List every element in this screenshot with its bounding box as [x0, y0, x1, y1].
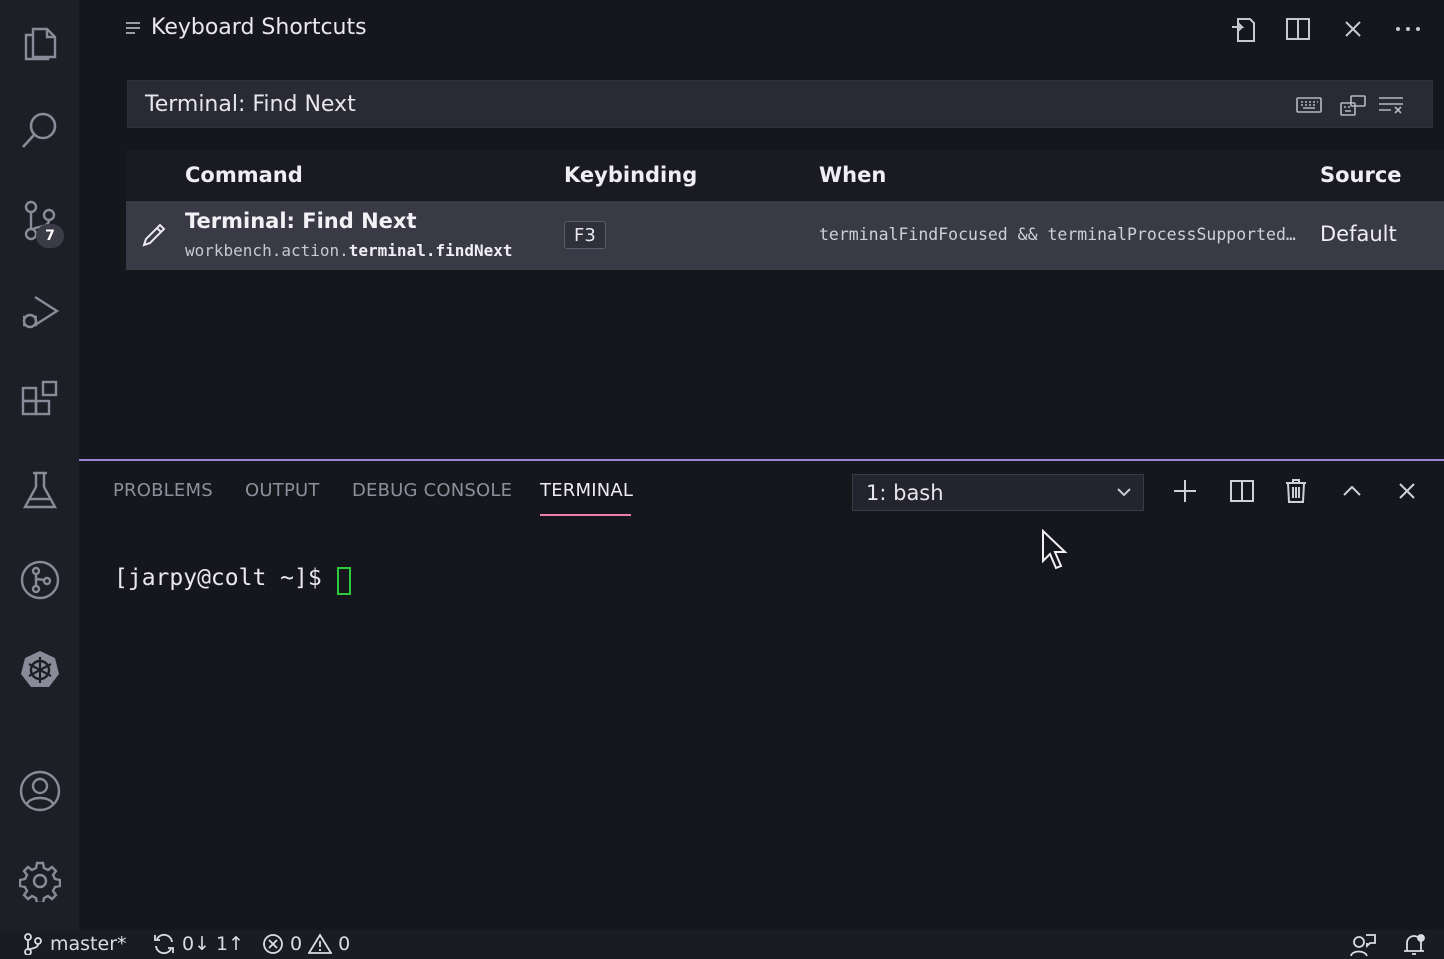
chevron-down-icon — [1115, 483, 1133, 505]
column-header-keybinding[interactable]: Keybinding — [564, 163, 697, 187]
when-clause: terminalFindFocused && terminalProcessSu… — [819, 225, 1296, 244]
column-header-when[interactable]: When — [819, 163, 886, 187]
branch-indicator[interactable]: master* — [22, 933, 127, 955]
git-branch-icon — [24, 933, 42, 955]
notifications-bell-icon[interactable] — [1402, 933, 1426, 957]
tab-problems[interactable]: PROBLEMS — [113, 480, 213, 501]
sync-indicator[interactable]: 0↓ 1↑ — [152, 933, 244, 955]
status-bar: master* 0↓ 1↑ 0 0 — [0, 930, 1444, 959]
explorer-icon[interactable] — [0, 0, 79, 85]
gear-icon[interactable] — [0, 836, 79, 926]
trash-icon[interactable] — [1280, 475, 1312, 507]
column-header-command[interactable]: Command — [185, 163, 303, 187]
search-input-value: Terminal: Find Next — [145, 92, 356, 117]
more-actions-icon[interactable] — [1393, 14, 1423, 44]
table-row[interactable]: Terminal: Find Next workbench.action.ter… — [126, 201, 1444, 270]
tab-terminal[interactable]: TERMINAL — [540, 480, 633, 501]
testing-icon[interactable] — [0, 445, 79, 535]
error-count: 0 — [290, 933, 303, 955]
close-panel-icon[interactable] — [1391, 475, 1423, 507]
clear-search-icon[interactable] — [1377, 92, 1405, 118]
terminal-selector-dropdown[interactable]: 1: bash — [852, 474, 1144, 511]
new-terminal-plus-icon[interactable] — [1169, 475, 1201, 507]
editor-title: Keyboard Shortcuts — [151, 15, 367, 40]
live-share-icon[interactable] — [1350, 933, 1376, 957]
keybinding-keycap: F3 — [564, 221, 606, 249]
edit-pencil-icon[interactable] — [140, 221, 168, 253]
source-control-badge: 7 — [36, 224, 64, 248]
active-tab-underline — [540, 514, 631, 516]
accounts-icon[interactable] — [0, 746, 79, 836]
bottom-panel: PROBLEMS OUTPUT DEBUG CONSOLE TERMINAL 1… — [79, 459, 1444, 930]
editor-title-bar: Keyboard Shortcuts — [79, 0, 1444, 58]
git-graph-icon[interactable] — [0, 535, 79, 625]
tab-debug-console[interactable]: DEBUG CONSOLE — [352, 480, 512, 501]
split-terminal-icon[interactable] — [1226, 475, 1258, 507]
source-control-icon[interactable] — [0, 175, 79, 265]
sync-icon — [154, 933, 174, 955]
list-icon — [125, 20, 141, 40]
warning-icon — [308, 933, 333, 954]
problems-indicator[interactable]: 0 0 — [262, 933, 350, 955]
error-icon — [263, 934, 283, 954]
activity-bar: 7 — [0, 0, 79, 930]
mouse-pointer-icon — [1041, 528, 1071, 575]
command-title: Terminal: Find Next — [185, 209, 417, 233]
editor-area: Keyboard Shortcuts Terminal: Find Next C… — [79, 0, 1444, 460]
sort-by-precedence-icon[interactable] — [1339, 92, 1367, 118]
record-keys-icon[interactable] — [1295, 92, 1323, 118]
column-header-source[interactable]: Source — [1320, 163, 1402, 187]
terminal-prompt[interactable]: [jarpy@colt ~]$ — [114, 565, 336, 591]
sync-counts: 0↓ 1↑ — [182, 933, 245, 955]
kubernetes-icon[interactable] — [0, 625, 79, 715]
terminal-cursor — [337, 567, 351, 595]
warning-count: 0 — [338, 933, 351, 955]
run-debug-icon[interactable] — [0, 265, 79, 355]
extensions-icon[interactable] — [0, 355, 79, 445]
tab-output[interactable]: OUTPUT — [245, 480, 320, 501]
close-icon[interactable] — [1338, 14, 1368, 44]
maximize-panel-chevron-up-icon[interactable] — [1336, 475, 1368, 507]
search-icon[interactable] — [0, 85, 79, 175]
keybindings-table-header: Command Keybinding When Source — [126, 150, 1444, 200]
source-label: Default — [1320, 222, 1397, 246]
branch-name: master* — [50, 933, 127, 955]
split-editor-icon[interactable] — [1283, 14, 1313, 44]
open-json-icon[interactable] — [1228, 14, 1258, 44]
command-id: workbench.action.terminal.findNext — [185, 241, 513, 260]
keybindings-search-input[interactable]: Terminal: Find Next — [127, 80, 1433, 128]
terminal-selector-value: 1: bash — [866, 481, 944, 505]
